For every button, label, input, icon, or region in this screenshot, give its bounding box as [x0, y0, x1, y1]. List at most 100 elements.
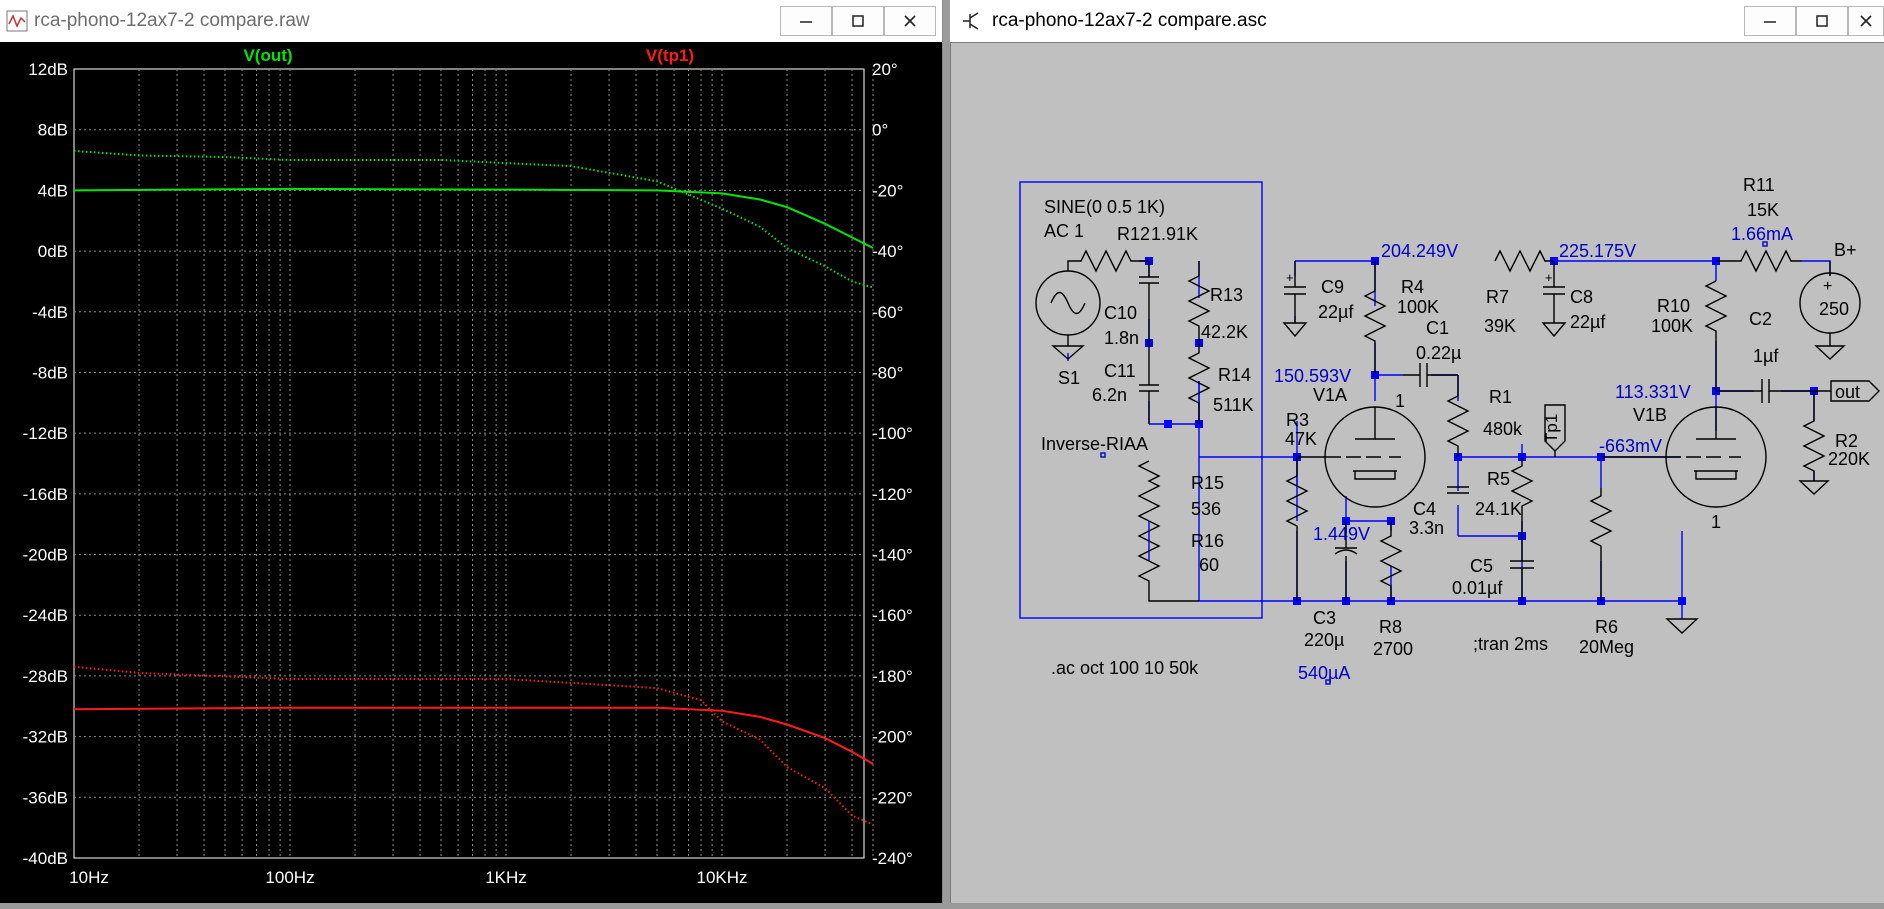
y-tick-label-left: 12dB: [28, 60, 68, 79]
label-r16-value: 60: [1199, 555, 1219, 575]
node-labels: 204.249V 225.175V 1.66mA 150.593V 113.33…: [1274, 224, 1793, 683]
label-c9: C9: [1321, 277, 1344, 297]
minimize-button[interactable]: [1744, 6, 1796, 36]
y-tick-label-left: -36dB: [23, 788, 68, 807]
y-tick-label-left: -4dB: [32, 303, 68, 322]
label-ac-directive: .ac oct 100 10 50k: [1051, 658, 1199, 678]
y-tick-label-left: 4dB: [38, 181, 68, 200]
label-r11: R11: [1743, 175, 1775, 195]
label-c11: C11: [1104, 361, 1136, 381]
label-r15-value: 536: [1191, 499, 1221, 519]
waveform-title: rca-phono-12ax7-2 compare.raw: [34, 10, 310, 31]
close-icon: [904, 15, 916, 27]
label-v1a-section: 1: [1395, 391, 1405, 411]
y-tick-label-left: -28dB: [23, 667, 68, 686]
label-c1: C1: [1426, 318, 1449, 338]
node-225v: 225.175V: [1559, 241, 1636, 261]
label-out: out: [1835, 382, 1860, 402]
minimize-icon: [800, 21, 812, 23]
svg-text:+: +: [1286, 270, 1294, 285]
label-c9-value: 22µf: [1318, 302, 1354, 322]
label-r8-value: 2700: [1373, 639, 1413, 659]
label-r12: R12: [1117, 224, 1150, 244]
y-tick-label-left: -40dB: [23, 849, 68, 868]
label-c2: C2: [1749, 309, 1772, 329]
label-r14-value: 511K: [1213, 395, 1254, 415]
label-c4-value: 3.3n: [1409, 518, 1444, 538]
y-tick-label-right: -20°: [872, 181, 903, 200]
label-c1-value: 0.22µ: [1416, 343, 1461, 363]
maximize-button[interactable]: [1796, 6, 1848, 36]
y-tick-label-right: -40°: [872, 242, 903, 261]
schematic-drawing[interactable]: + + + SINE(0 0.5 1K) AC 1 S1 R12 1.91K R…: [951, 43, 1884, 904]
node-r11-current: 1.66mA: [1731, 224, 1793, 244]
label-c8: C8: [1570, 287, 1593, 307]
schematic-title: rca-phono-12ax7-2 compare.asc: [992, 10, 1267, 31]
label-r5-value: 24.1K: [1475, 499, 1522, 519]
maximize-icon: [1816, 15, 1828, 27]
label-c10-value: 1.8n: [1104, 328, 1139, 348]
label-bplus-value: 250: [1819, 299, 1849, 319]
y-tick-label-left: -32dB: [23, 728, 68, 747]
label-r3-value: 47K: [1285, 429, 1317, 449]
schematic-titlebar[interactable]: rca-phono-12ax7-2 compare.asc: [950, 0, 1884, 42]
y-tick-label-right: -60°: [872, 303, 903, 322]
label-r6-value: 20Meg: [1579, 637, 1634, 657]
y-tick-label-left: 0dB: [38, 242, 68, 261]
label-v1b-section: 1: [1711, 512, 1721, 532]
label-r7: R7: [1486, 287, 1509, 307]
waveform-window: rca-phono-12ax7-2 compare.raw 12dB 8dB 4dB…: [0, 0, 943, 903]
waveform-icon: [6, 10, 28, 32]
label-r16: R16: [1191, 531, 1224, 551]
y-tick-label-right: -240°: [872, 849, 913, 868]
y-tick-label-left: -20dB: [23, 546, 68, 565]
label-r14: R14: [1218, 365, 1251, 385]
y-tick-label-right: 20°: [872, 60, 898, 79]
maximize-button[interactable]: [832, 6, 884, 36]
label-r2-value: 220K: [1828, 449, 1870, 469]
label-c8-value: 22µf: [1570, 312, 1606, 332]
label-c4: C4: [1413, 499, 1436, 519]
label-r2: R2: [1835, 431, 1858, 451]
y-tick-label-left: -16dB: [23, 485, 68, 504]
node-150v: 150.593V: [1274, 366, 1351, 386]
label-r13-value: 42.2K: [1201, 322, 1248, 342]
node-663mv: -663mV: [1599, 436, 1662, 456]
label-c3: C3: [1313, 608, 1336, 628]
label-r4-value: 100K: [1397, 297, 1439, 317]
x-tick-label: 10Hz: [69, 868, 109, 887]
label-r1-value: 480k: [1483, 419, 1523, 439]
plot-area[interactable]: 12dB 8dB 4dB 0dB -4dB -8dB -12dB -16dB -20dB -24d…: [0, 42, 942, 903]
node-113v: 113.331V: [1615, 382, 1691, 402]
y-tick-label-left: -24dB: [23, 606, 68, 625]
label-tp1: Tp1: [1542, 414, 1561, 443]
y-tick-label-right: -100°: [872, 424, 913, 443]
bode-chart[interactable]: 12dB 8dB 4dB 0dB -4dB -8dB -12dB -16dB -20dB -24d…: [0, 42, 942, 903]
label-c5-value: 0.01µf: [1452, 578, 1503, 598]
y-tick-label-right: -140°: [872, 546, 913, 565]
close-button[interactable]: [1848, 6, 1884, 36]
legend-item: V(tp1): [646, 46, 694, 65]
label-tran-directive: ;tran 2ms: [1473, 634, 1548, 654]
y-tick-label-right: -180°: [872, 667, 913, 686]
y-tick-label-left: -12dB: [23, 424, 68, 443]
close-button[interactable]: [884, 6, 936, 36]
label-r10-value: 100K: [1651, 316, 1693, 336]
svg-text:+: +: [1545, 270, 1553, 285]
waveform-titlebar[interactable]: rca-phono-12ax7-2 compare.raw: [0, 0, 942, 42]
schematic-canvas[interactable]: + + + SINE(0 0.5 1K) AC 1 S1 R12 1.91K R…: [950, 42, 1884, 903]
y-tick-label-right: 0°: [872, 121, 888, 140]
x-tick-label: 100Hz: [265, 868, 314, 887]
node-1449v: 1.449V: [1313, 524, 1370, 544]
label-r6: R6: [1595, 617, 1618, 637]
label-r12-value: 1.91K: [1151, 224, 1198, 244]
maximize-icon: [852, 15, 864, 27]
node-r8-current: 540µA: [1298, 663, 1350, 683]
close-icon: [1860, 15, 1872, 27]
label-v1b: V1B: [1633, 405, 1667, 425]
label-r1: R1: [1489, 387, 1512, 407]
junctions: [1145, 257, 1818, 605]
y-tick-label-right: -160°: [872, 606, 913, 625]
minimize-button[interactable]: [780, 6, 832, 36]
label-r8: R8: [1379, 617, 1402, 637]
